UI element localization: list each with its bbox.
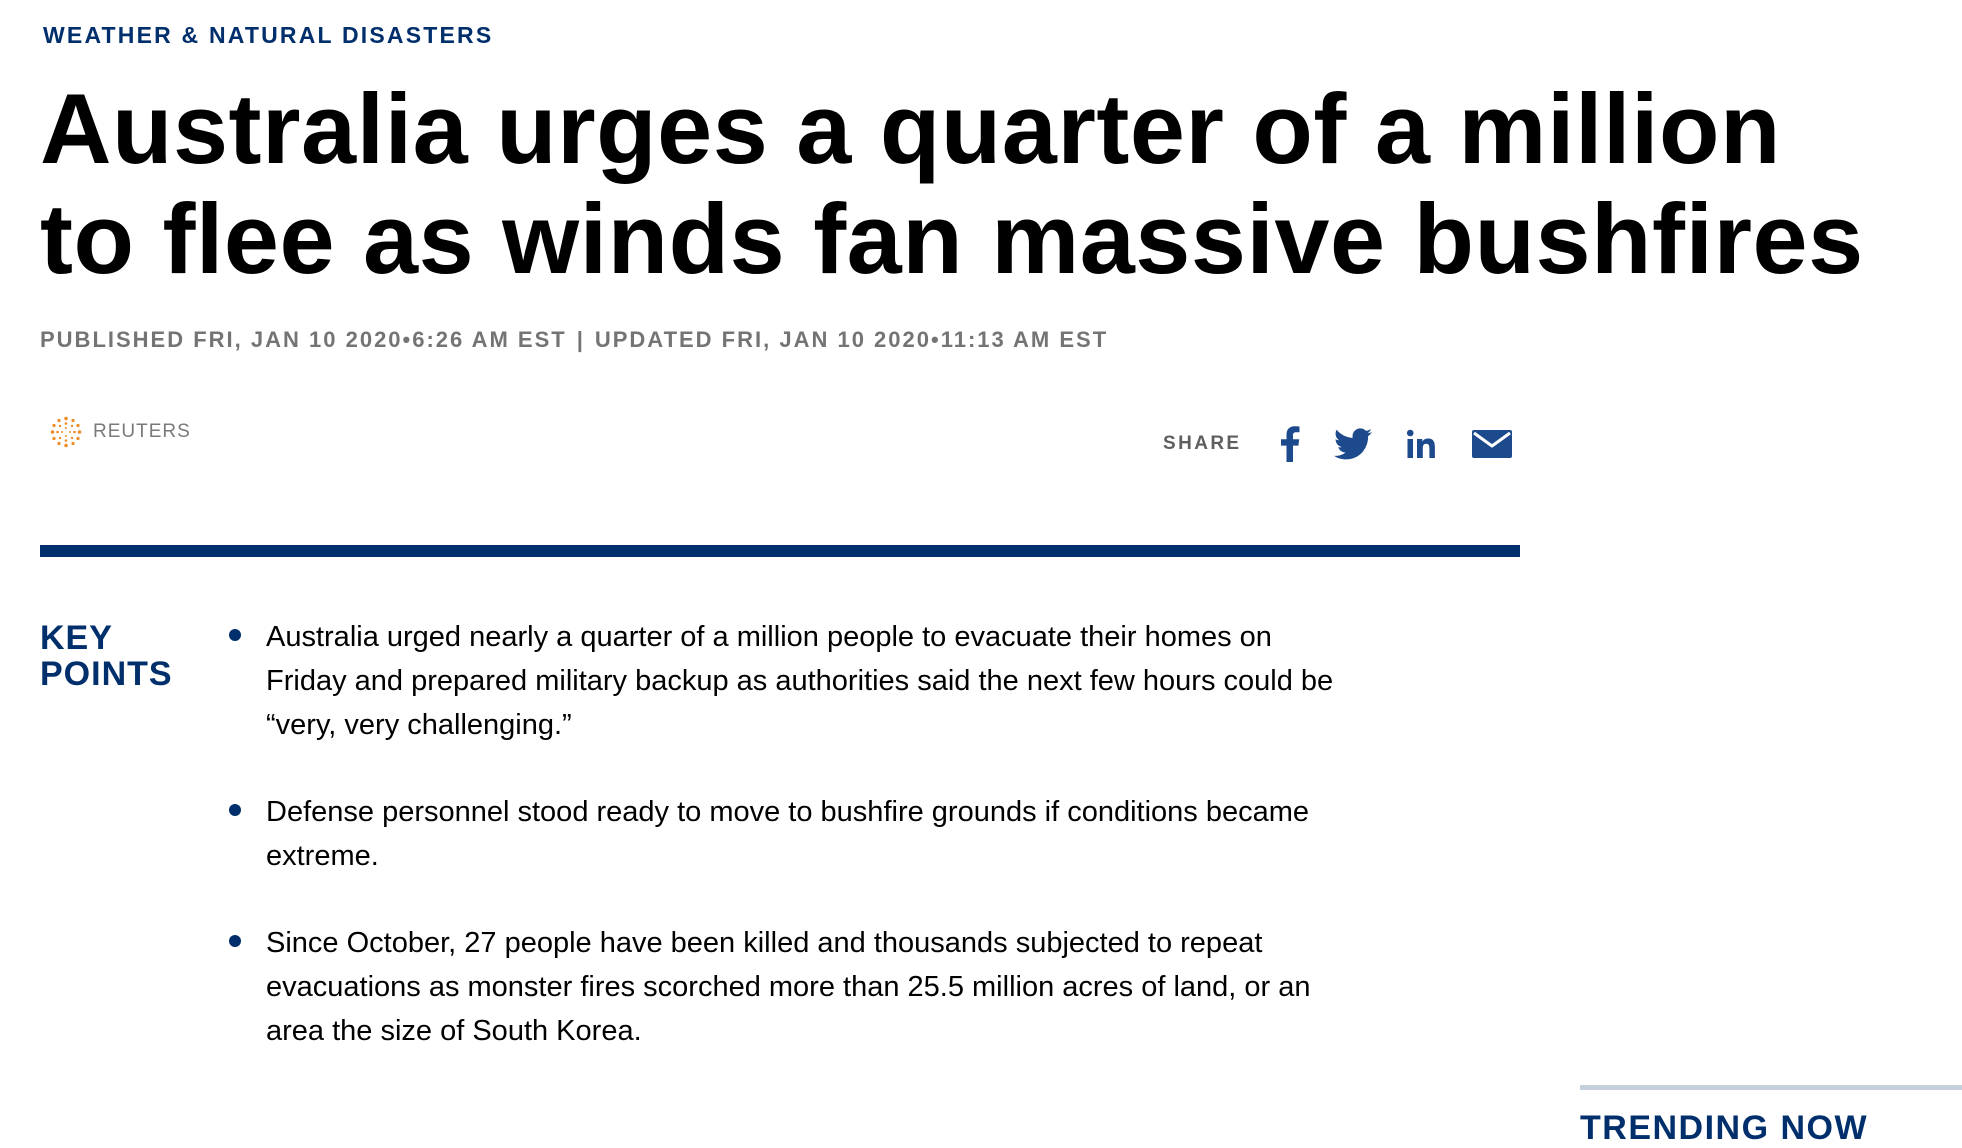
share-linkedin-button[interactable]: [1406, 422, 1438, 466]
key-point-text-line: Australia urged nearly a quarter of a mi…: [266, 621, 1272, 653]
bullet-icon: [229, 629, 241, 641]
key-point-item: Australia urged nearly a quarter of a mi…: [228, 615, 1498, 747]
bullet-icon: [229, 804, 241, 816]
section-divider: [40, 545, 1520, 557]
key-point-text-line: Since October, 27 people have been kille…: [266, 927, 1263, 959]
category-link[interactable]: WEATHER & NATURAL DISASTERS: [43, 20, 493, 50]
key-point-item: Defense personnel stood ready to move to…: [228, 790, 1498, 878]
twitter-icon: [1333, 428, 1372, 460]
email-icon: [1471, 430, 1512, 458]
share-bar: SHARE: [1163, 422, 1512, 466]
key-points-heading: KEY POINTS: [40, 620, 173, 692]
dateline-separator: |: [576, 327, 585, 352]
share-facebook-button[interactable]: [1280, 422, 1300, 466]
key-points-heading-line-1: KEY: [40, 619, 113, 657]
headline-line-2: to flee as winds fan massive bushfires: [40, 183, 1864, 294]
trending-now-heading: TRENDING NOW: [1580, 1109, 1869, 1147]
share-label: SHARE: [1163, 433, 1242, 454]
reuters-logo-icon: [50, 416, 82, 448]
key-point-item: Since October, 27 people have been kille…: [228, 921, 1498, 1053]
updated-timestamp: UPDATED FRI, JAN 10 2020•11:13 AM EST: [594, 327, 1109, 352]
key-point-text-line: Defense personnel stood ready to move to…: [266, 796, 1310, 828]
key-points-heading-line-2: POINTS: [40, 655, 173, 693]
linkedin-icon: [1406, 429, 1435, 458]
key-point-text-line: area the size of South Korea.: [266, 1015, 642, 1047]
key-point-text-line: “very, very challenging.”: [266, 709, 572, 741]
article-dateline: PUBLISHED FRI, JAN 10 2020•6:26 AM EST | U…: [40, 325, 1108, 355]
article-source[interactable]: REUTERS: [48, 414, 191, 450]
headline-line-1: Australia urges a quarter of a million: [40, 73, 1781, 184]
article-headline: Australia urges a quarter of a million t…: [40, 74, 1960, 294]
source-name: REUTERS: [93, 421, 191, 442]
key-point-text-line: Friday and prepared military backup as a…: [266, 665, 1334, 697]
share-twitter-button[interactable]: [1333, 422, 1372, 466]
trending-divider: [1580, 1085, 1962, 1090]
key-points-list: Australia urged nearly a quarter of a mi…: [228, 615, 1498, 1096]
key-point-text-line: evacuations as monster fires scorched mo…: [266, 971, 1311, 1003]
published-timestamp: PUBLISHED FRI, JAN 10 2020•6:26 AM EST: [40, 327, 567, 352]
bullet-icon: [229, 935, 241, 947]
key-point-text-line: extreme.: [266, 840, 379, 872]
share-email-button[interactable]: [1471, 422, 1512, 466]
facebook-icon: [1280, 426, 1300, 462]
